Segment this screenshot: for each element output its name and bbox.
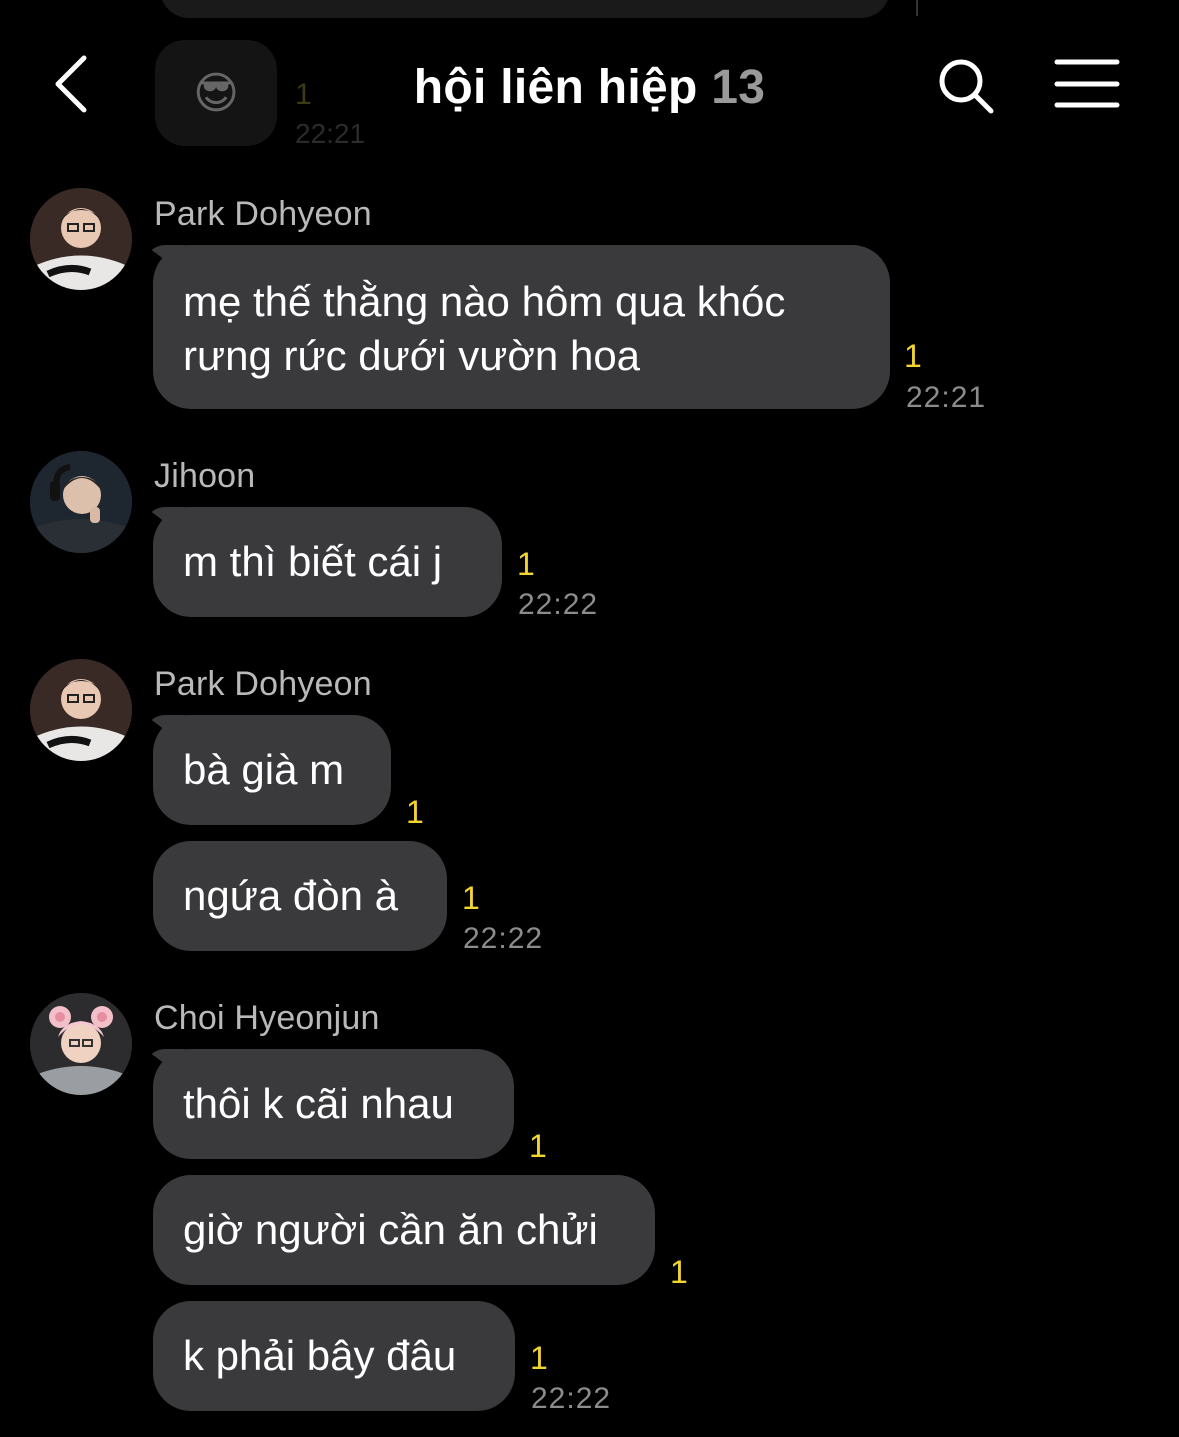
room-name: hội liên hiệp [413, 61, 698, 114]
menu-button[interactable] [1054, 58, 1120, 110]
message-text: thôi k cãi nhau [183, 1080, 454, 1127]
sender-name: Park Dohyeon [154, 195, 372, 233]
avatar-jihoon[interactable] [30, 451, 132, 553]
member-count: 13 [711, 61, 766, 114]
unread-count: 1 [517, 546, 535, 582]
message-bubble[interactable]: ngứa đòn à [153, 841, 447, 951]
timestamp: 22:22 [531, 1382, 612, 1415]
avatar-park-dohyeon[interactable] [30, 188, 132, 290]
chat-header: hội liên hiệp 13 [0, 0, 1179, 170]
hamburger-menu-icon [1054, 59, 1120, 108]
avatar-image [30, 659, 132, 761]
unread-count: 1 [530, 1340, 548, 1376]
message-bubble[interactable]: bà già m [153, 715, 391, 825]
unread-count: 1 [529, 1128, 547, 1164]
message-text: ngứa đòn à [183, 872, 398, 919]
message-line: mẹ thế thằng nào hôm qua khóc [183, 278, 786, 325]
message-bubble[interactable]: giờ người cần ăn chửi [153, 1175, 655, 1285]
message-text: bà già m [183, 746, 345, 793]
unread-count: 1 [670, 1254, 688, 1290]
avatar-park-dohyeon[interactable] [30, 659, 132, 761]
message-line: rưng rức dưới vườn hoa [183, 332, 641, 379]
timestamp: 22:22 [518, 588, 599, 621]
sender-name: Park Dohyeon [154, 665, 372, 703]
sender-name: Choi Hyeonjun [154, 999, 380, 1037]
message-bubble[interactable]: mẹ thế thằng nào hôm qua khóc rưng rức d… [153, 245, 890, 409]
sender-name: Jihoon [154, 457, 256, 495]
avatar-image [30, 451, 132, 553]
avatar-image [30, 993, 132, 1095]
message-text: giờ người cần ăn chửi [183, 1206, 598, 1253]
avatar-image [30, 188, 132, 290]
search-icon [939, 59, 994, 114]
timestamp: 22:21 [906, 381, 987, 414]
chat-title: hội liên hiệp 13 [0, 60, 1179, 115]
message-bubble[interactable]: k phải bây đâu [153, 1301, 515, 1411]
message-bubble[interactable]: m thì biết cái j [153, 507, 502, 617]
search-button[interactable] [936, 56, 996, 116]
message-text: m thì biết cái j [183, 538, 443, 585]
unread-count: 1 [462, 880, 480, 916]
unread-count: 1 [406, 794, 424, 830]
message-text: k phải bây đâu [183, 1332, 457, 1379]
unread-count: 1 [904, 338, 922, 374]
timestamp: 22:22 [463, 922, 544, 955]
message-bubble[interactable]: thôi k cãi nhau [153, 1049, 514, 1159]
avatar-choi-hyeonjun[interactable] [30, 993, 132, 1095]
